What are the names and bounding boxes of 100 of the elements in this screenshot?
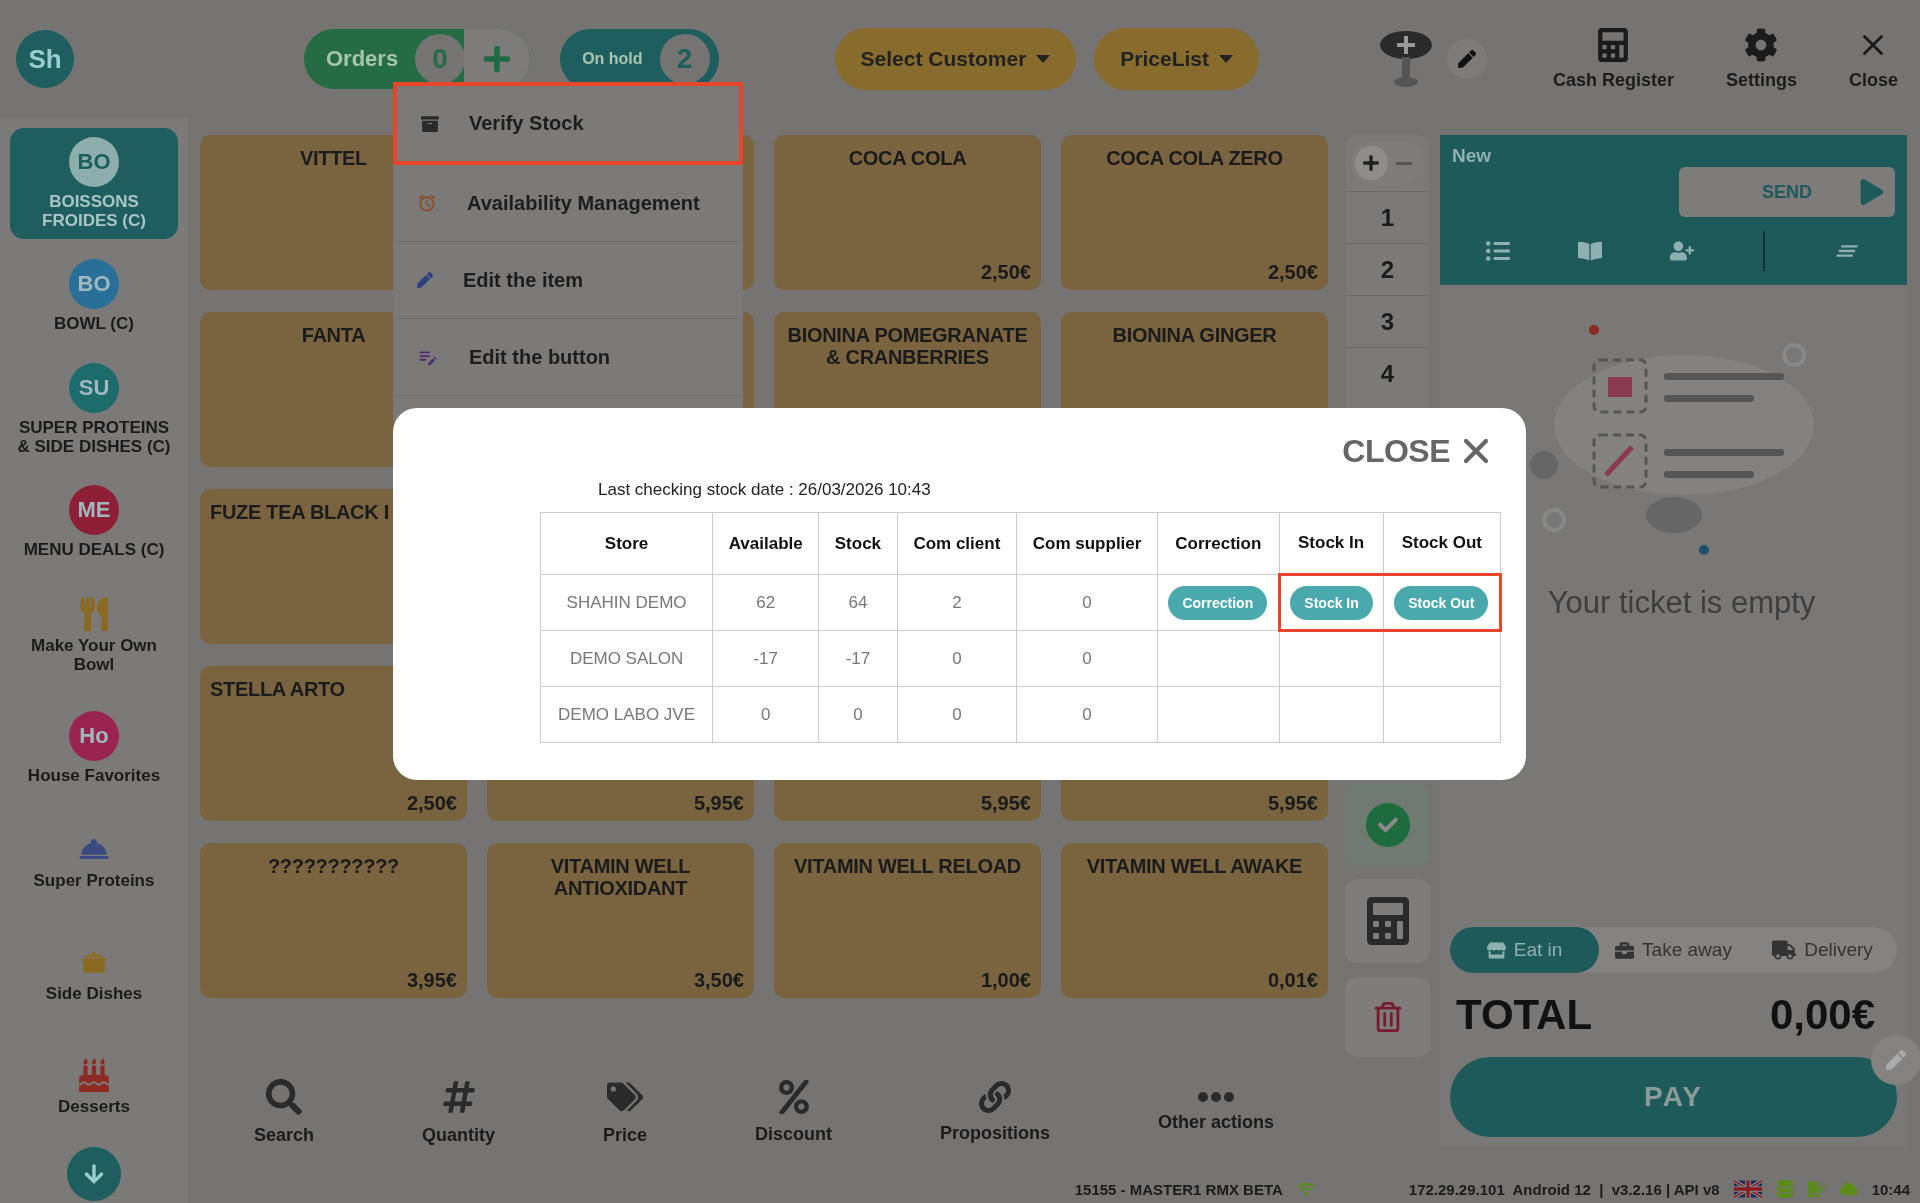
pay-button[interactable]: PAY [1450,1057,1897,1137]
stock-action-button[interactable]: Stock Out [1394,585,1489,620]
table-cell: 0 [712,686,819,743]
last-check-date: Last checking stock date : 26/03/2026 10:43 [598,480,932,500]
close-button[interactable]: CLOSE [1336,430,1502,472]
product-price: 1,00€ [980,969,1031,992]
order-mode-tab[interactable]: Delivery [1748,927,1897,973]
category-item[interactable]: SU SUPER PROTEINS & SIDE DISHES (C) [10,354,178,465]
action-button[interactable]: Search [248,1077,321,1147]
settings-button[interactable]: Settings [1719,26,1803,92]
delete-button[interactable] [1345,977,1430,1057]
table-cell: -17 [818,630,898,687]
select-customer-button[interactable]: Select Customer [834,28,1077,90]
plate-icon [77,596,111,631]
action-button[interactable]: Propositions [934,1079,1056,1145]
caret-icon [1036,55,1051,63]
product-name: VITAMIN WELL AWAKE [1085,855,1304,878]
pricelist-button[interactable]: PriceList [1094,28,1260,90]
pencil-icon [1886,1050,1906,1070]
cake-icon [77,1058,111,1093]
quantity-key[interactable]: 3 [1345,295,1430,347]
column-header: Stock Out [1383,512,1501,575]
table-cell: 0 [818,686,898,743]
category-label: SUPER PROTEINS & SIDE DISHES (C) [16,418,172,457]
category-item[interactable]: Side Dishes [10,919,178,1030]
product-price: 2,50€ [406,792,457,815]
product-price: 3,50€ [693,969,744,992]
quantity-key[interactable]: 2 [1345,243,1430,295]
table-cell: 0 [1016,574,1158,631]
column-header: Com supplier [1016,512,1158,575]
cloud-icon [1839,1180,1858,1198]
total-amount: 0,00€ [1769,991,1875,1039]
category-badge: ME [69,485,119,536]
product-name: BIONINA GINGER [1111,324,1278,347]
product-name: BIONINA POMEGRANATE & CRANBERRIES [786,324,1029,369]
percent-icon [776,1079,811,1114]
category-label: BOWL (C) [54,315,134,334]
list-icon[interactable] [1486,239,1511,263]
product-tile[interactable]: ??????????? 3,95€ [200,843,467,998]
category-label: House Favorites [27,767,161,786]
send-button[interactable]: SEND [1679,167,1895,217]
pencil-icon[interactable] [1447,39,1488,79]
device-info: 15155 - MASTER1 RMX BETA [1074,1180,1283,1198]
table-cell: 62 [712,574,819,631]
store-icon [1486,940,1506,960]
action-button[interactable]: Quantity [416,1077,501,1147]
calculator-icon [1596,27,1631,62]
close-button[interactable]: Close [1842,26,1904,92]
menu-item[interactable]: Verify Stock [393,82,743,165]
action-button[interactable]: Other actions [1151,1090,1280,1134]
clock-time: 10:44 [1871,1180,1910,1198]
quantity-key[interactable]: 1 [1345,191,1430,243]
alarm-clock-icon [417,193,437,213]
cash-register-button[interactable]: Cash Register [1546,26,1680,92]
table-cell: DEMO SALON [540,630,713,687]
product-name: COCA COLA [847,147,968,170]
product-price: 3,95€ [406,969,457,992]
hashtag-icon [440,1078,477,1115]
total-label: TOTAL [1456,991,1593,1039]
book-icon[interactable] [1578,239,1603,263]
category-item[interactable]: ME MENU DEALS (C) [10,467,178,578]
order-mode-tab[interactable]: Take away [1599,927,1748,973]
product-tile[interactable]: VITAMIN WELL AWAKE 0,01€ [1061,843,1328,998]
add-user-icon[interactable] [1670,239,1695,263]
quantity-key[interactable]: 4 [1345,347,1430,399]
product-tile[interactable]: COCA COLA 2,50€ [774,135,1041,290]
menu-item[interactable]: Availability Management [393,165,743,242]
category-item[interactable]: Desserts [10,1032,178,1143]
product-name: VITAMIN WELL ANTIOXIDANT [549,855,692,900]
system-info: 172.29.29.101 Android 12 | v3.2.16 | API v8 [1408,1180,1720,1198]
product-tile[interactable]: VITAMIN WELL ANTIOXIDANT 3,50€ [487,843,754,998]
menu-item[interactable]: Edit the item [393,242,743,319]
orders-button[interactable]: Orders 0 [304,29,531,89]
table-cell: 64 [818,574,898,631]
table-cell: 0 [897,686,1017,743]
action-button[interactable]: Discount [749,1078,838,1146]
calculator-button[interactable] [1345,879,1430,963]
stock-action-button[interactable]: Correction [1168,585,1268,620]
scroll-down-button[interactable] [67,1147,121,1201]
category-item[interactable]: Ho House Favorites [10,693,178,804]
category-item[interactable]: BO BOWL (C) [10,241,178,352]
table-icon[interactable] [1379,29,1434,89]
order-mode-tab[interactable]: Eat in [1450,927,1599,973]
category-item[interactable]: Make Your Own Bowl [10,580,178,691]
edit-button[interactable] [1871,1035,1920,1085]
product-price: 0,01€ [1267,969,1318,992]
stock-action-button[interactable]: Stock In [1290,585,1373,620]
user-avatar[interactable]: Sh [16,30,74,88]
pencil-icon [417,272,433,288]
category-item[interactable]: Super Proteins [10,806,178,917]
product-name: FUZE TEA BLACK I [210,501,390,524]
table-cell: 0 [1016,686,1158,743]
menu-item[interactable]: Edit the button [393,319,743,396]
search-icon [266,1078,302,1115]
product-name: VITAMIN WELL RELOAD [793,855,1022,878]
product-tile[interactable]: VITAMIN WELL RELOAD 1,00€ [774,843,1041,998]
action-button[interactable]: Price [597,1077,654,1147]
sign-toggle-button[interactable] [1355,146,1388,180]
category-item[interactable]: BO BOISSONS FROIDES (C) [10,128,178,239]
product-tile[interactable]: COCA COLA ZERO 2,50€ [1061,135,1328,290]
